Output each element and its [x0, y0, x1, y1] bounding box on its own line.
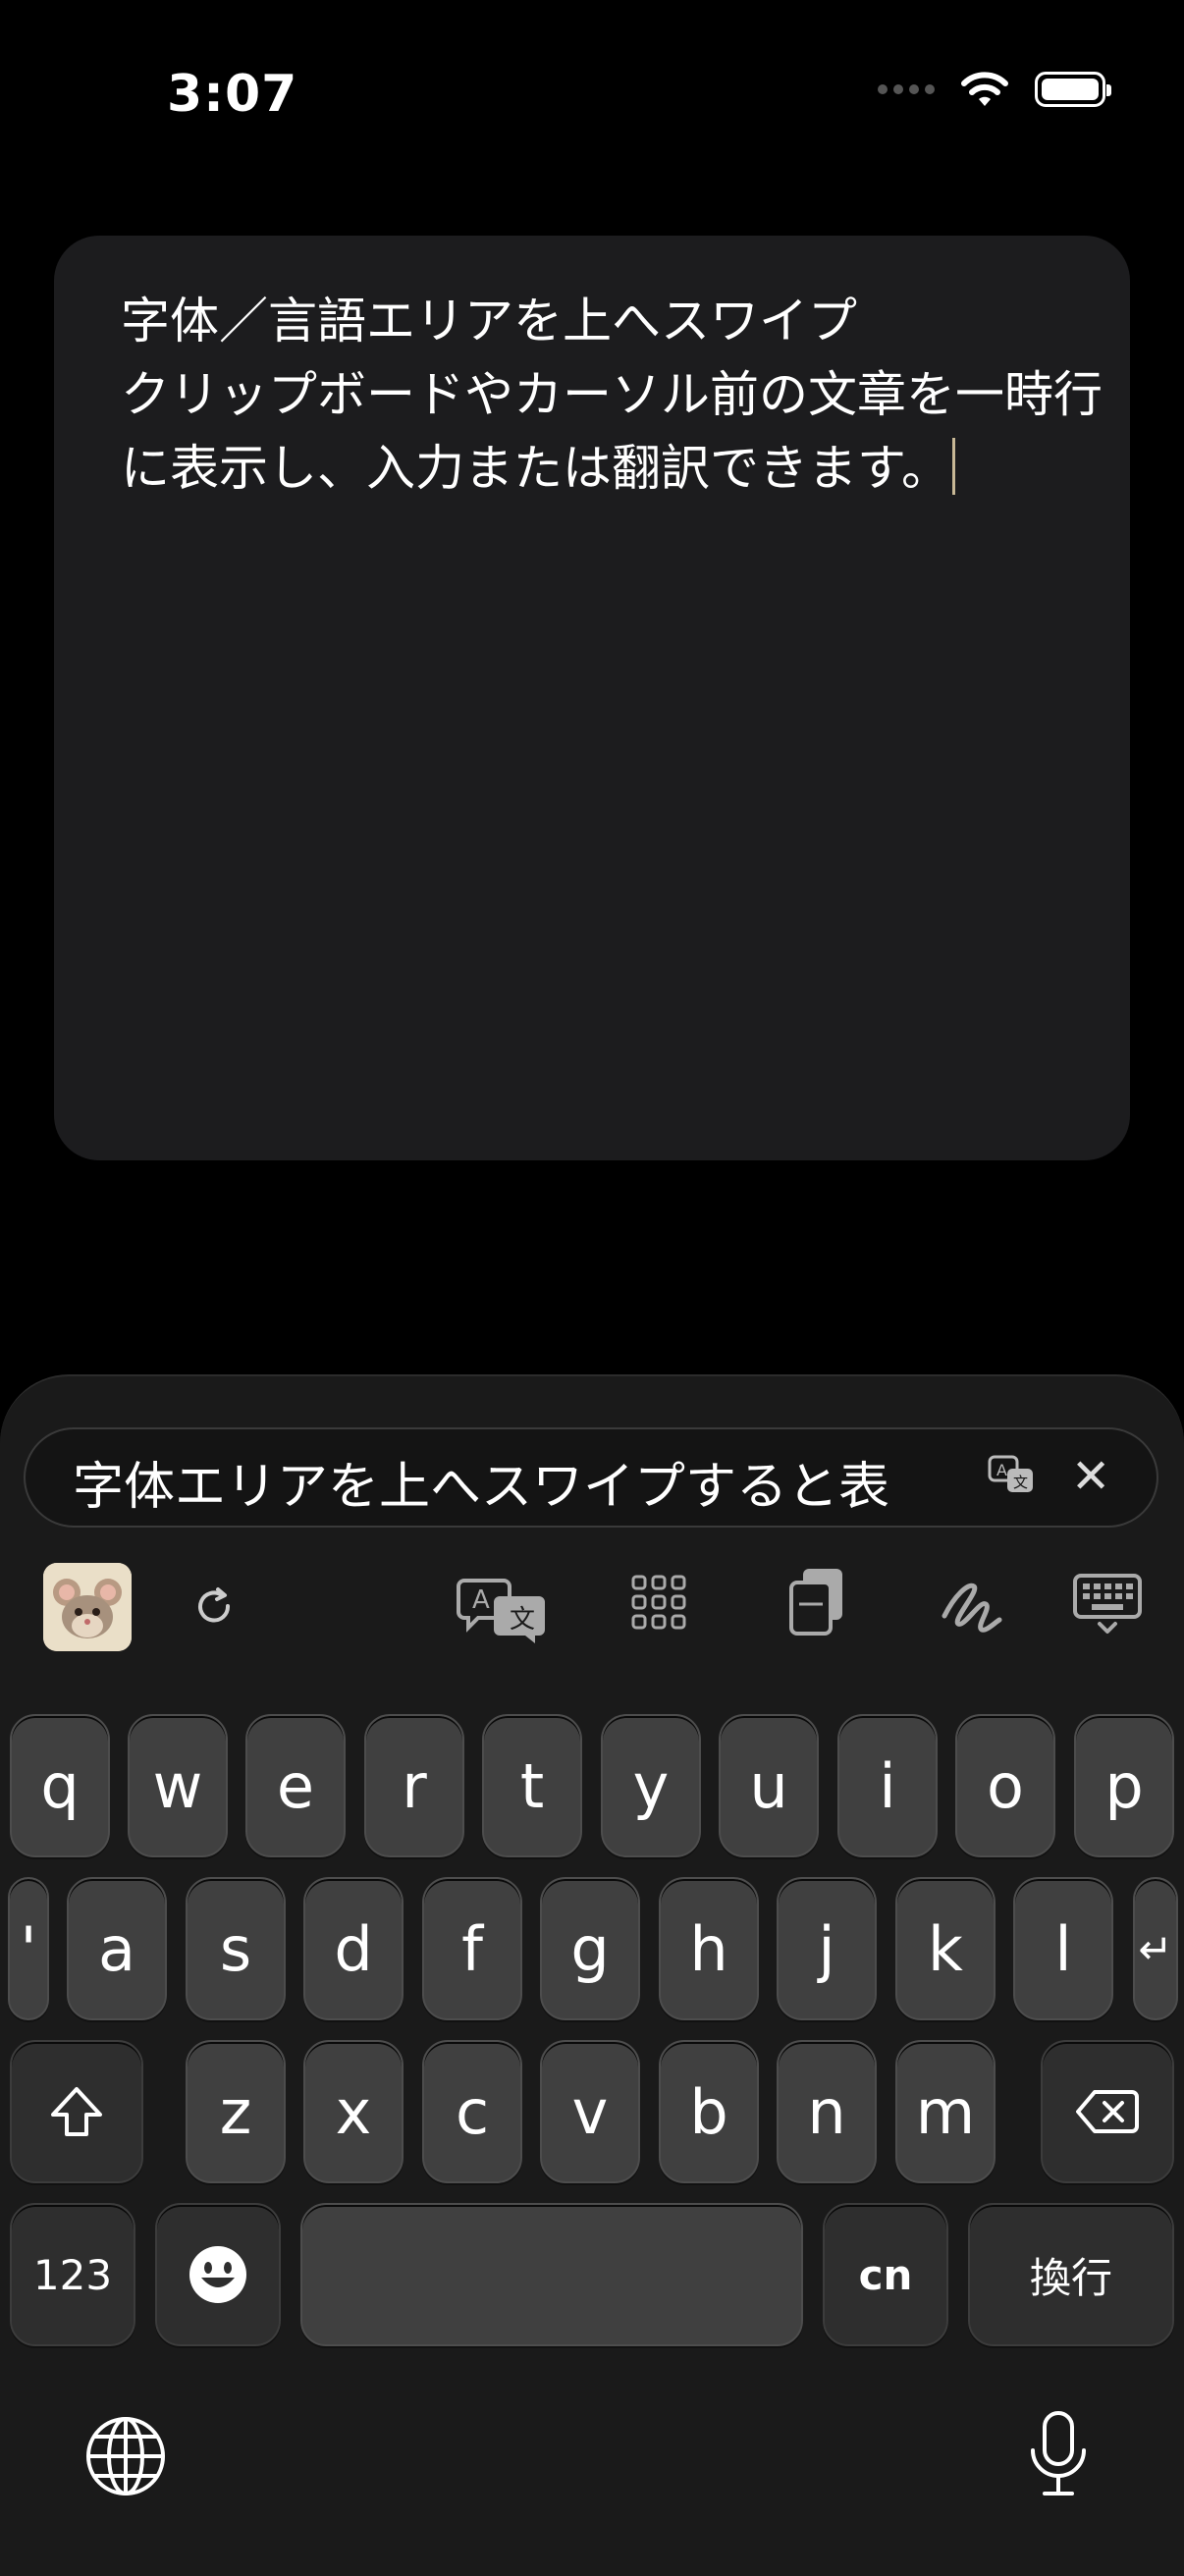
battery-icon [1035, 72, 1111, 107]
suggestion-bar[interactable]: 字体エリアを上へスワイプすると表 A 文 ✕ [24, 1427, 1158, 1528]
key-g[interactable]: g [540, 1877, 640, 2020]
key-x[interactable]: x [303, 2040, 404, 2183]
key-i[interactable]: i [837, 1714, 938, 1857]
key-apostrophe[interactable]: ' [8, 1877, 49, 2020]
translate-icon[interactable]: A 文 [988, 1455, 1035, 1494]
space-key[interactable] [300, 2203, 803, 2346]
microphone-icon[interactable] [1027, 2409, 1090, 2499]
refresh-icon[interactable] [192, 1584, 238, 1630]
translate-icon[interactable]: A 文 [457, 1575, 547, 1643]
emoji-icon [189, 2246, 246, 2303]
status-time: 3:07 [167, 65, 298, 124]
key-u[interactable]: u [719, 1714, 819, 1857]
key-a[interactable]: a [67, 1877, 167, 2020]
status-icons [878, 71, 1111, 108]
signal-dots-icon [878, 84, 935, 94]
backspace-icon [1076, 2090, 1139, 2133]
key-t[interactable]: t [482, 1714, 582, 1857]
numbers-key[interactable]: 123 [10, 2203, 135, 2346]
svg-text:A: A [472, 1585, 490, 1615]
suggestion-text[interactable]: 字体エリアを上へスワイプすると表 [73, 1445, 986, 1519]
key-h[interactable]: h [659, 1877, 759, 2020]
key-m[interactable]: m [895, 2040, 996, 2183]
svg-text:A: A [996, 1461, 1007, 1479]
close-icon[interactable]: ✕ [1071, 1449, 1110, 1504]
key-w[interactable]: w [128, 1714, 228, 1857]
key-n[interactable]: n [777, 2040, 877, 2183]
key-y[interactable]: y [601, 1714, 701, 1857]
keyboard-toolbar: A 文 [0, 1563, 1184, 1671]
return-key[interactable]: 換行 [968, 2203, 1174, 2346]
clipboard-icon[interactable] [785, 1565, 848, 1637]
grid-icon[interactable] [629, 1573, 688, 1632]
text-editor[interactable]: 字体／言語エリアを上へスワイプ クリップボードやカーソル前の文章を一時行に表示し… [54, 236, 1130, 1160]
key-s[interactable]: s [186, 1877, 286, 2020]
key-z[interactable]: z [186, 2040, 286, 2183]
svg-text:文: 文 [1013, 1474, 1028, 1491]
key-o[interactable]: o [955, 1714, 1055, 1857]
svg-text:文: 文 [510, 1605, 535, 1635]
key-l[interactable]: l [1013, 1877, 1113, 2020]
wifi-icon [961, 72, 1008, 106]
globe-icon[interactable] [84, 2415, 167, 2497]
key-k[interactable]: k [895, 1877, 996, 2020]
text-caret [952, 438, 955, 495]
key-f[interactable]: f [422, 1877, 522, 2020]
shift-icon [51, 2087, 102, 2136]
app-avatar[interactable] [43, 1563, 132, 1651]
handwriting-icon[interactable] [941, 1577, 1003, 1636]
key-j[interactable]: j [777, 1877, 877, 2020]
emoji-key[interactable] [155, 2203, 281, 2346]
key-p[interactable]: p [1074, 1714, 1174, 1857]
key-q[interactable]: q [10, 1714, 110, 1857]
key-d[interactable]: d [303, 1877, 404, 2020]
keyboard: 字体エリアを上へスワイプすると表 A 文 ✕ A 文 q w e r t y u… [0, 1374, 1184, 2576]
shift-key[interactable] [10, 2040, 143, 2183]
key-return-small[interactable]: ↵ [1133, 1877, 1178, 2020]
key-c[interactable]: c [422, 2040, 522, 2183]
backspace-key[interactable] [1041, 2040, 1174, 2183]
cn-key[interactable]: cn [823, 2203, 948, 2346]
key-r[interactable]: r [364, 1714, 464, 1857]
key-v[interactable]: v [540, 2040, 640, 2183]
editor-text: 字体／言語エリアを上へスワイプ クリップボードやカーソル前の文章を一時行に表示し… [121, 293, 1103, 497]
key-b[interactable]: b [659, 2040, 759, 2183]
keyboard-hide-icon[interactable] [1072, 1573, 1143, 1636]
key-e[interactable]: e [245, 1714, 346, 1857]
